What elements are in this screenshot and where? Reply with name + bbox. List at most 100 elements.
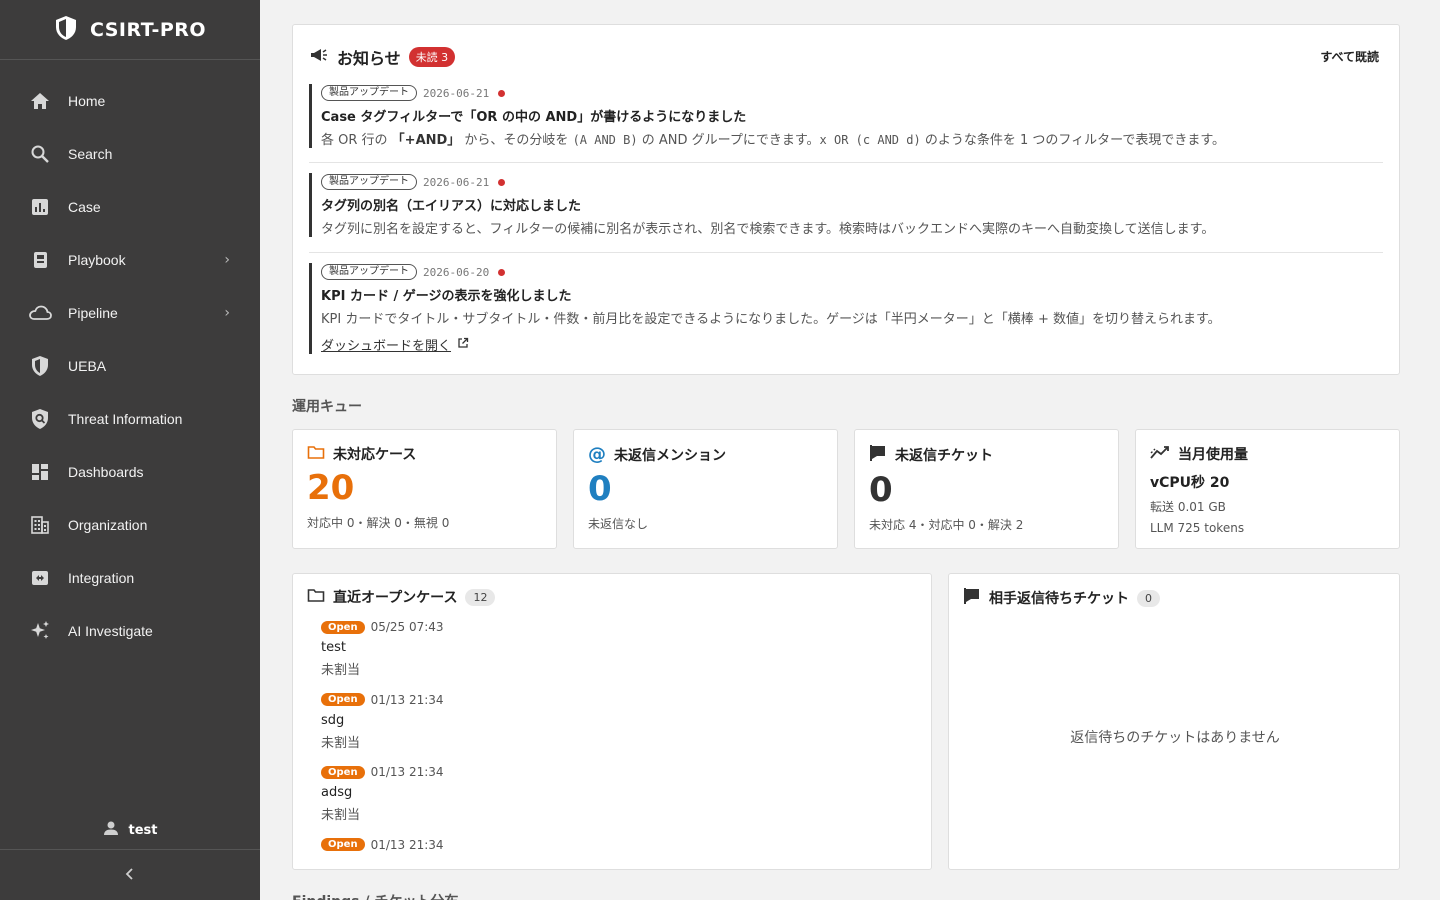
at-sign-icon: @ — [588, 444, 606, 465]
case-time: 05/25 07:43 — [370, 620, 444, 634]
sidebar-item-ueba[interactable]: UEBA — [0, 339, 260, 392]
flag-icon — [869, 444, 887, 466]
findings-section-title: Findings / チケット分布 — [292, 891, 458, 900]
kpi-card-monthly-usage[interactable]: 当月使用量 vCPU秒 20 転送 0.01 GB LLM 725 tokens — [1135, 429, 1400, 549]
divider — [309, 162, 1383, 163]
sidebar-item-case[interactable]: Case — [0, 180, 260, 233]
case-name: test — [321, 640, 346, 655]
notice-date: 2026-06-21 — [423, 86, 490, 100]
case-assignee: 未割当 — [321, 735, 361, 751]
divider — [309, 252, 1383, 253]
case-assignee: 未割当 — [321, 663, 361, 678]
notice-item[interactable]: 製品アップデート 2026-06-21 Case タグフィルターで「OR の中の… — [309, 84, 1383, 148]
sidebar-item-playbook[interactable]: Playbook › — [0, 233, 260, 286]
sidebar-item-home[interactable]: Home — [0, 74, 260, 127]
panel-title: 直近オープンケース — [333, 590, 458, 606]
notice-body: 各 OR 行の 「+AND」 から、その分岐を (A AND B) の AND … — [321, 133, 1226, 148]
kpi-title: 未返信チケット — [895, 448, 993, 464]
sidebar-item-integration[interactable]: Integration — [0, 551, 260, 604]
usage-vcpu: vCPU秒 20 — [1150, 475, 1230, 491]
panel-title: 相手返信待ちチケット — [989, 591, 1129, 607]
list-item[interactable]: Open 01/13 21:34 adsg 未割当 — [321, 763, 901, 836]
sidebar: CSIRT-PRO Home Search Case Playbook › Pi… — [0, 0, 260, 900]
list-item[interactable]: Open 01/13 21:34 sdg 未割当 — [321, 691, 901, 764]
unread-dot — [498, 268, 506, 276]
integration-icon — [28, 566, 52, 590]
sidebar-item-label: Search — [68, 145, 113, 162]
unread-dot — [498, 89, 506, 97]
notice-item[interactable]: 製品アップデート 2026-06-21 タグ列の別名（エイリアス）に対応しました… — [309, 173, 1383, 237]
kpi-card-open-cases[interactable]: 未対応ケース 20 対応中 0・解決 0・無視 0 — [292, 429, 557, 549]
status-badge: Open — [321, 838, 365, 851]
notice-tag: 製品アップデート — [321, 174, 417, 190]
sparkle-icon — [28, 619, 52, 643]
sidebar-item-label: Case — [68, 198, 101, 215]
sidebar-item-threat-information[interactable]: Threat Information — [0, 392, 260, 445]
kpi-value: 0 — [869, 470, 893, 510]
chevron-left-icon — [124, 866, 136, 885]
flag-icon — [963, 587, 981, 609]
shield-search-icon — [28, 407, 52, 431]
brand[interactable]: CSIRT-PRO — [0, 0, 260, 60]
notices-header: お知らせ 未読 3 — [309, 45, 456, 69]
sidebar-item-label: Integration — [68, 569, 135, 586]
notice-date: 2026-06-20 — [423, 265, 490, 279]
open-dashboard-link[interactable]: ダッシュボードを開く — [321, 335, 469, 354]
user-name: test — [128, 822, 158, 838]
case-assignee: 未割当 — [321, 808, 361, 823]
kpi-title: 未対応ケース — [333, 447, 417, 463]
folder-icon — [307, 587, 325, 607]
kpi-value: 20 — [307, 468, 355, 508]
sidebar-item-ai-investigate[interactable]: AI Investigate — [0, 604, 260, 657]
sidebar-item-label: AI Investigate — [68, 622, 153, 639]
kpi-card-unreplied-mentions[interactable]: @ 未返信メンション 0 未返信なし — [573, 429, 838, 549]
notice-tag: 製品アップデート — [321, 264, 417, 280]
sidebar-item-label: UEBA — [68, 357, 107, 374]
list-item[interactable]: Open 01/13 21:34 — [321, 836, 901, 861]
sidebar-item-search[interactable]: Search — [0, 127, 260, 180]
notice-body: タグ列に別名を設定すると、フィルターの候補に別名が表示され、別名で検索できます。… — [321, 222, 1215, 237]
sidebar-item-label: Dashboards — [68, 463, 144, 480]
shield-logo-icon — [54, 15, 78, 45]
case-time: 01/13 21:34 — [370, 765, 444, 779]
mark-all-read-button[interactable]: すべて既読 — [1320, 48, 1379, 65]
notices-title: お知らせ — [337, 49, 401, 68]
book-icon — [28, 248, 52, 272]
sidebar-nav: Home Search Case Playbook › Pipeline › U… — [0, 60, 260, 657]
dashboard-icon — [28, 460, 52, 484]
sidebar-item-label: Playbook — [68, 251, 126, 268]
case-time: 01/13 21:34 — [370, 837, 444, 852]
sidebar-item-label: Home — [68, 92, 106, 109]
open-cases-panel: 直近オープンケース 12 Open 05/25 07:43 test 未割当 Op… — [292, 573, 932, 870]
app-name: CSIRT-PRO — [89, 18, 207, 41]
list-item[interactable]: Open 05/25 07:43 test 未割当 — [321, 618, 901, 691]
collapse-sidebar-button[interactable] — [0, 849, 260, 900]
unread-badge: 未読 3 — [408, 47, 456, 67]
case-list: Open 05/25 07:43 test 未割当 Open 01/13 21:34… — [321, 618, 901, 860]
sidebar-item-organization[interactable]: Organization — [0, 498, 260, 551]
status-badge: Open — [321, 693, 365, 706]
chevron-right-icon: › — [224, 304, 230, 321]
home-icon — [28, 89, 52, 113]
case-name: adsg — [321, 785, 353, 800]
notice-tag: 製品アップデート — [321, 85, 417, 101]
queue-section-title: 運用キュー — [292, 399, 362, 415]
count-badge: 12 — [465, 588, 496, 606]
sidebar-item-dashboards[interactable]: Dashboards — [0, 445, 260, 498]
search-icon — [28, 142, 52, 166]
notice-title: KPI カード / ゲージの表示を強化しました — [321, 289, 572, 304]
notice-item[interactable]: 製品アップデート 2026-06-20 KPI カード / ゲージの表示を強化し… — [309, 263, 1383, 354]
user-icon — [103, 820, 119, 840]
user-menu[interactable]: test — [0, 818, 260, 842]
status-badge: Open — [321, 765, 365, 779]
usage-llm: LLM 725 tokens — [1150, 521, 1245, 535]
sidebar-item-label: Pipeline — [68, 304, 118, 321]
sidebar-item-label: Organization — [68, 516, 148, 533]
sidebar-item-pipeline[interactable]: Pipeline › — [0, 286, 260, 339]
sidebar-item-label: Threat Information — [68, 410, 183, 427]
kpi-title: 未返信メンション — [614, 447, 726, 464]
unread-dot — [498, 178, 506, 186]
case-time: 01/13 21:34 — [370, 692, 444, 707]
kpi-card-unreplied-tickets[interactable]: 未返信チケット 0 未対応 4・対応中 0・解決 2 — [854, 429, 1119, 549]
empty-state: 返信待ちのチケットはありません — [1070, 730, 1280, 746]
